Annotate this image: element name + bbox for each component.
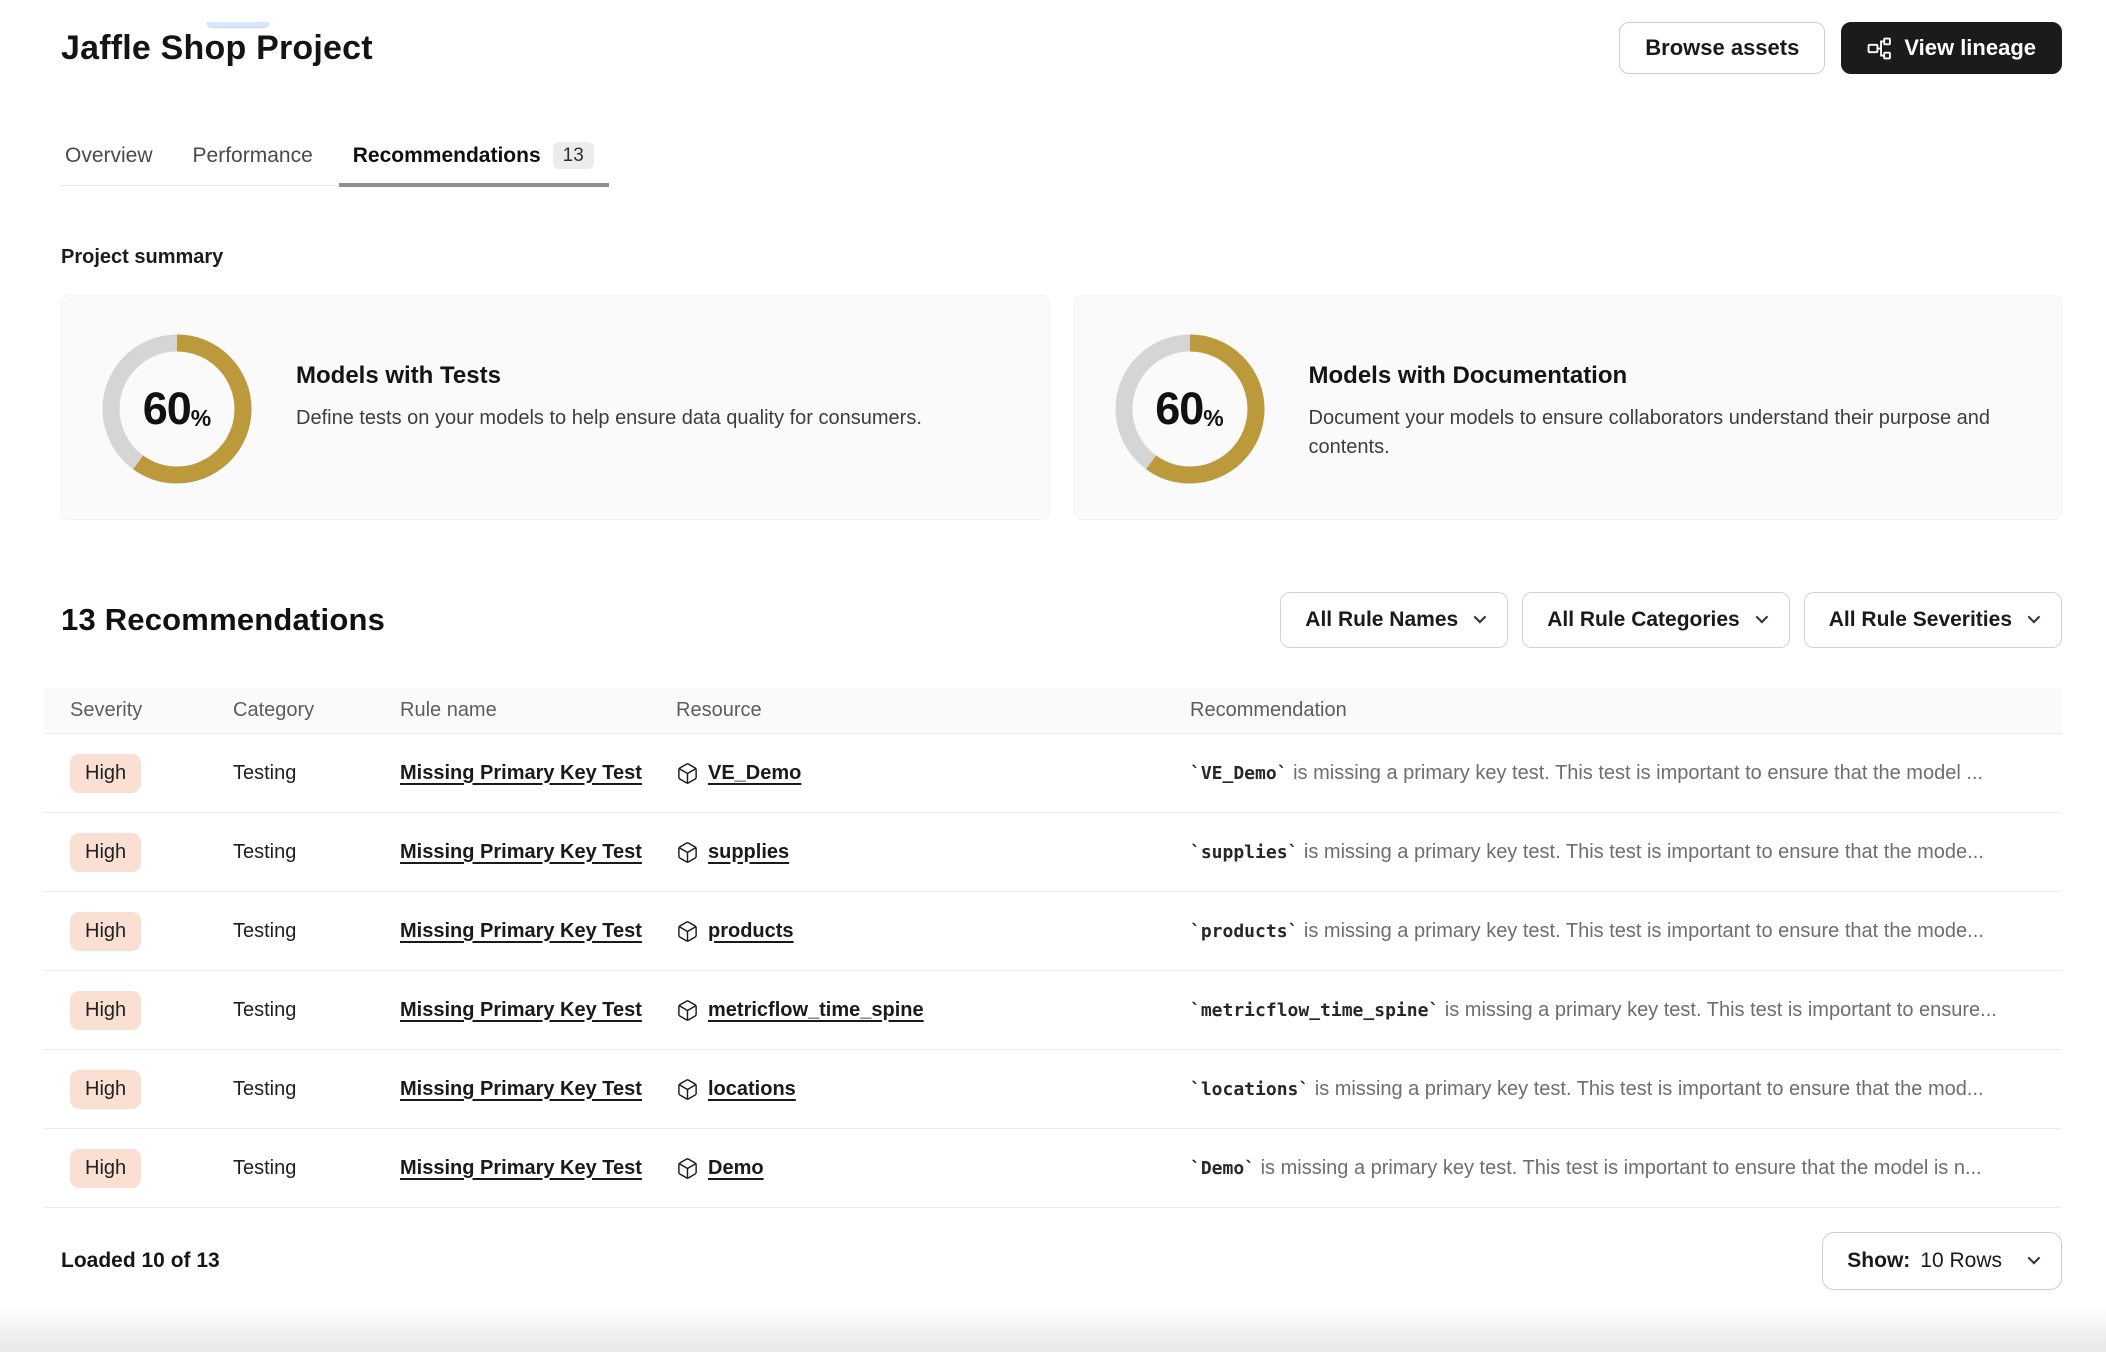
resource-link[interactable]: locations [708,1078,796,1101]
rule-name-link[interactable]: Missing Primary Key Test [400,920,642,942]
severity-badge: High [70,991,141,1030]
card-title-documentation: Models with Documentation [1309,362,2009,390]
rows-per-page-dropdown[interactable]: Show: 10 Rows [1822,1232,2062,1290]
recommendation-text: is missing a primary key test. This test… [1288,762,1983,784]
filter-rule-severities-dropdown[interactable]: All Rule Severities [1804,592,2062,648]
rule-name-link[interactable]: Missing Primary Key Test [400,999,642,1021]
recommendation-cell: `metricflow_time_spine` is missing a pri… [1190,999,2062,1022]
recommendation-text: is missing a primary key test. This test… [1439,999,1997,1021]
rule-name-link[interactable]: Missing Primary Key Test [400,762,642,784]
model-cube-icon [676,920,699,943]
severity-badge: High [70,833,141,872]
tab-bar: Overview Performance Recommendations 13 [61,142,598,186]
category-cell: Testing [233,999,400,1022]
recommendation-code: `supplies` [1190,842,1298,863]
model-cube-icon [676,1078,699,1101]
resource-link[interactable]: VE_Demo [708,762,801,785]
documentation-donut-percent: 60% [1115,334,1265,484]
column-header-category: Category [233,699,400,722]
recommendation-cell: `locations` is missing a primary key tes… [1190,1078,2062,1101]
recommendation-cell: `VE_Demo` is missing a primary key test.… [1190,762,2062,785]
documentation-donut-chart: 60% [1115,334,1265,484]
loaded-count-label: Loaded 10 of 13 [61,1249,220,1273]
recommendations-heading: 13 Recommendations [61,602,385,638]
lineage-icon [1867,36,1892,61]
recommendation-text: is missing a primary key test. This test… [1309,1078,1983,1100]
card-description-documentation: Document your models to ensure collabora… [1309,404,2009,462]
table-row: High Testing Missing Primary Key Test De… [44,1129,2062,1208]
tab-recommendations[interactable]: Recommendations 13 [349,142,598,185]
severity-badge: High [70,754,141,793]
card-description-tests: Define tests on your models to help ensu… [296,404,922,433]
recommendation-code: `metricflow_time_spine` [1190,1000,1439,1021]
filter-rule-categories-dropdown[interactable]: All Rule Categories [1522,592,1790,648]
recommendation-code: `products` [1190,921,1298,942]
column-header-rule-name: Rule name [400,699,676,722]
recommendation-cell: `products` is missing a primary key test… [1190,920,2062,943]
category-cell: Testing [233,1078,400,1101]
recommendation-text: is missing a primary key test. This test… [1298,920,1983,942]
models-with-documentation-card: 60% Models with Documentation Document y… [1074,295,2063,520]
chevron-down-icon [2028,611,2041,624]
table-row: High Testing Missing Primary Key Test me… [44,971,2062,1050]
table-row: High Testing Missing Primary Key Test lo… [44,1050,2062,1129]
project-summary-label: Project summary [61,246,2062,269]
rule-name-link[interactable]: Missing Primary Key Test [400,1078,642,1100]
view-lineage-button[interactable]: View lineage [1841,22,2062,74]
models-with-tests-card: 60% Models with Tests Define tests on yo… [61,295,1050,520]
column-header-resource: Resource [676,699,1190,722]
chevron-down-icon [1755,611,1768,624]
table-header-row: Severity Category Rule name Resource Rec… [44,688,2062,734]
table-row: High Testing Missing Primary Key Test pr… [44,892,2062,971]
recommendation-code: `locations` [1190,1079,1309,1100]
severity-badge: High [70,1149,141,1188]
category-cell: Testing [233,1157,400,1180]
column-header-recommendation: Recommendation [1190,699,2062,722]
filter-rule-names-dropdown[interactable]: All Rule Names [1280,592,1508,648]
recommendations-count-badge: 13 [553,142,594,169]
recommendations-table: Severity Category Rule name Resource Rec… [44,688,2062,1208]
severity-badge: High [70,1070,141,1109]
recommendation-code: `Demo` [1190,1158,1255,1179]
table-row: High Testing Missing Primary Key Test su… [44,813,2062,892]
category-cell: Testing [233,841,400,864]
resource-link[interactable]: Demo [708,1157,764,1180]
recommendation-cell: `Demo` is missing a primary key test. Th… [1190,1157,2062,1180]
rule-name-link[interactable]: Missing Primary Key Test [400,841,642,863]
tests-donut-percent: 60% [102,334,252,484]
recommendation-cell: `supplies` is missing a primary key test… [1190,841,2062,864]
chevron-down-icon [2028,1252,2041,1265]
table-row: High Testing Missing Primary Key Test VE… [44,734,2062,813]
filter-bar: All Rule Names All Rule Categories All R… [1280,592,2062,648]
model-cube-icon [676,1157,699,1180]
category-cell: Testing [233,920,400,943]
bottom-fade-overlay [0,1306,2106,1352]
table-body: High Testing Missing Primary Key Test VE… [44,734,2062,1208]
resource-link[interactable]: metricflow_time_spine [708,999,924,1022]
tab-performance[interactable]: Performance [189,142,317,185]
page-header: Jaffle Shop Project Browse assets View l… [61,22,2062,74]
summary-cards: 60% Models with Tests Define tests on yo… [61,295,2062,520]
resource-link[interactable]: products [708,920,794,943]
model-cube-icon [676,762,699,785]
category-cell: Testing [233,762,400,785]
recommendation-code: `VE_Demo` [1190,763,1288,784]
model-cube-icon [676,841,699,864]
rule-name-link[interactable]: Missing Primary Key Test [400,1157,642,1179]
recommendation-text: is missing a primary key test. This test… [1298,841,1983,863]
view-lineage-label: View lineage [1904,35,2036,61]
resource-link[interactable]: supplies [708,841,789,864]
column-header-severity: Severity [70,699,233,722]
browse-assets-button[interactable]: Browse assets [1619,22,1825,74]
recommendation-text: is missing a primary key test. This test… [1255,1157,1982,1179]
page-title: Jaffle Shop Project [61,29,373,68]
tab-overview[interactable]: Overview [61,142,157,185]
chevron-down-icon [1474,611,1487,624]
tests-donut-chart: 60% [102,334,252,484]
card-title-tests: Models with Tests [296,362,922,390]
model-cube-icon [676,999,699,1022]
severity-badge: High [70,912,141,951]
